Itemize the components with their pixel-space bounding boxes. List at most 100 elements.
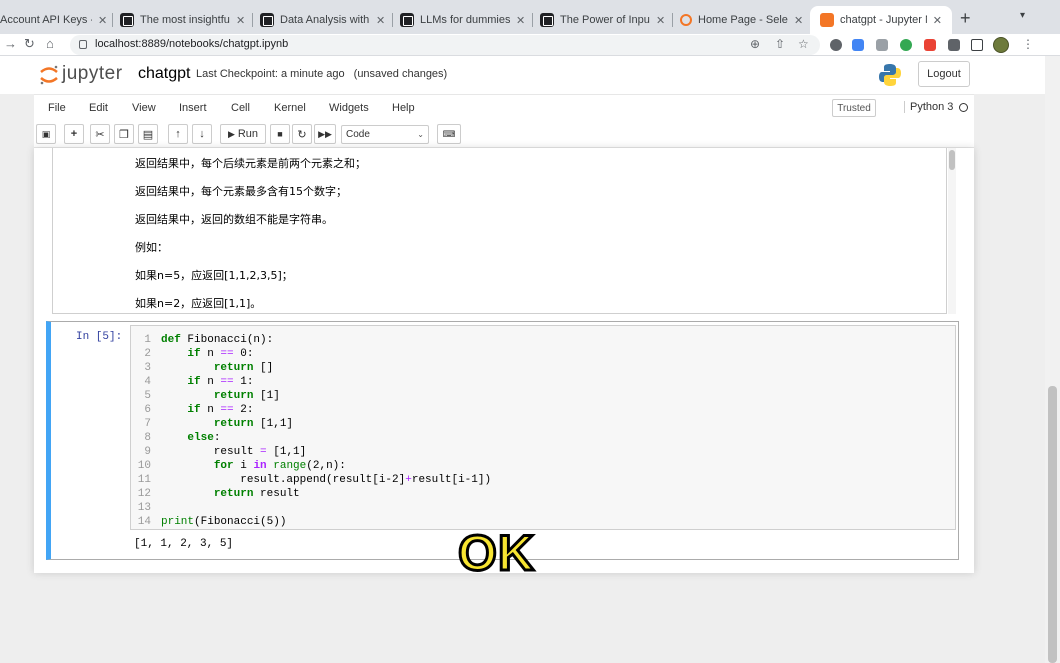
extension-icon[interactable]	[830, 39, 842, 51]
cell-type-select[interactable]: Code ⌄	[341, 125, 429, 144]
close-icon[interactable]: ✕	[376, 14, 385, 27]
code-line: 4 if n == 1:	[131, 376, 951, 390]
markdown-line: 如果n=2，应返回[1,1]。	[135, 297, 262, 310]
line-number: 9	[144, 446, 151, 458]
tab-2[interactable]: Data Analysis with Ch ✕	[260, 6, 388, 34]
code-text: print(Fibonacci(5))	[161, 516, 287, 528]
code-text: else:	[187, 432, 221, 444]
code-editor[interactable]: 1 def Fibonacci(n): 2 if n == 0: 3 return…	[130, 325, 956, 530]
close-icon[interactable]: ✕	[933, 14, 942, 27]
code-text: if n == 0:	[187, 348, 254, 360]
command-palette-button[interactable]: ⌨	[437, 124, 461, 144]
tab-title: The most insightful st	[140, 14, 230, 26]
menu-view[interactable]: View	[132, 102, 156, 114]
code-text: return [1]	[213, 390, 280, 402]
menu-edit[interactable]: Edit	[89, 102, 108, 114]
scrollbar-thumb[interactable]	[1048, 386, 1057, 663]
extension-icon[interactable]	[876, 39, 888, 51]
tab-separator	[112, 13, 113, 27]
notion-icon	[120, 13, 134, 27]
line-number: 7	[144, 418, 151, 430]
avatar[interactable]	[993, 37, 1009, 53]
code-line: 3 return []	[131, 362, 951, 376]
menu-kernel[interactable]: Kernel	[274, 102, 306, 114]
bookmark-star-icon[interactable]: ☆	[798, 37, 809, 51]
tab-1[interactable]: The most insightful st ✕	[120, 6, 248, 34]
insert-cell-button[interactable]: +	[64, 124, 84, 144]
code-text: result = [1,1]	[161, 446, 307, 458]
save-button[interactable]: ▣	[36, 124, 56, 144]
code-line: 1 def Fibonacci(n):	[131, 334, 951, 348]
browser-tab-strip: Account API Keys - O ✕ The most insightf…	[0, 0, 1060, 34]
menu-bar: File Edit View Insert Cell Kernel Widget…	[34, 94, 974, 122]
url-bar[interactable]: localhost:8889/notebooks/chatgpt.ipynb ⊕…	[70, 35, 820, 55]
scissors-icon: ✂	[95, 128, 105, 141]
new-tab-button[interactable]: +	[960, 8, 971, 29]
tab-5[interactable]: Home Page - Select o ✕	[680, 6, 808, 34]
paste-button[interactable]: ▤	[138, 124, 158, 144]
close-icon[interactable]: ✕	[656, 14, 665, 27]
notebook-page: 返回结果中，每个后续元素是前两个元素之和； 返回结果中，每个元素最多含有15个数…	[34, 148, 974, 573]
trusted-badge[interactable]: Trusted	[832, 99, 876, 117]
tab-3[interactable]: LLMs for dummies — ✕	[400, 6, 528, 34]
cell-scrollbar[interactable]	[948, 148, 956, 314]
lock-icon	[79, 40, 87, 49]
more-menu-icon[interactable]: ⋮	[1022, 37, 1034, 51]
side-panel-icon[interactable]	[971, 39, 983, 51]
notebook-toolbar: ▣ + ✂ ❐ ▤ ↑ ↓ ▶ Run ■ ↻ ▶▶ Code ⌄ ⌨	[34, 122, 974, 148]
move-down-button[interactable]: ↓	[192, 124, 212, 144]
translate-icon[interactable]	[852, 39, 864, 51]
page-scrollbar[interactable]	[1045, 56, 1060, 663]
code-line: 12 return result	[131, 488, 951, 502]
jupyter-logo-icon[interactable]	[38, 64, 60, 86]
line-number: 12	[137, 488, 151, 500]
menu-insert[interactable]: Insert	[179, 102, 207, 114]
paste-icon: ▤	[142, 128, 154, 141]
markdown-line: 例如：	[135, 241, 168, 254]
copy-button[interactable]: ❐	[114, 124, 134, 144]
menu-file[interactable]: File	[48, 102, 66, 114]
tab-separator	[252, 13, 253, 27]
tab-6-active[interactable]: chatgpt - Jupyter Not ✕	[810, 6, 952, 34]
tab-separator	[672, 13, 673, 27]
tab-search-icon[interactable]: ▾	[1020, 10, 1025, 21]
close-icon[interactable]: ✕	[516, 14, 525, 27]
markdown-line: 如果n=5，应返回[1,1,2,3,5]；	[135, 269, 293, 282]
checkpoint-status: Last Checkpoint: a minute ago (unsaved c…	[196, 68, 447, 80]
tab-0[interactable]: Account API Keys - O ✕	[0, 6, 110, 34]
code-text: return result	[213, 488, 300, 500]
close-icon[interactable]: ✕	[794, 14, 803, 27]
menu-help[interactable]: Help	[392, 102, 415, 114]
input-prompt: In [5]:	[76, 331, 123, 343]
zoom-icon[interactable]: ⊕	[750, 37, 760, 51]
move-up-button[interactable]: ↑	[168, 124, 188, 144]
markdown-cell[interactable]: 返回结果中，每个后续元素是前两个元素之和； 返回结果中，每个元素最多含有15个数…	[52, 148, 956, 314]
code-text: if n == 2:	[187, 404, 254, 416]
scrollbar-thumb[interactable]	[949, 150, 955, 170]
code-text: return []	[213, 362, 274, 374]
logout-button[interactable]: Logout	[918, 61, 970, 87]
extension-icon[interactable]	[924, 39, 936, 51]
notebook-name[interactable]: chatgpt	[138, 65, 190, 83]
restart-button[interactable]: ↻	[292, 124, 312, 144]
interrupt-button[interactable]: ■	[270, 124, 290, 144]
cut-button[interactable]: ✂	[90, 124, 110, 144]
line-number: 13	[137, 502, 151, 514]
puzzle-icon[interactable]	[948, 39, 960, 51]
close-icon[interactable]: ✕	[98, 14, 107, 27]
extension-icon[interactable]	[900, 39, 912, 51]
code-text: for i in range(2,n):	[213, 460, 346, 472]
share-icon[interactable]: ⇧	[775, 37, 785, 51]
restart-run-all-button[interactable]: ▶▶	[314, 124, 336, 144]
tab-4[interactable]: The Power of Input: H ✕	[540, 6, 668, 34]
home-icon[interactable]: ⌂	[46, 36, 54, 51]
kernel-name[interactable]: Python 3	[904, 101, 953, 113]
menu-cell[interactable]: Cell	[231, 102, 250, 114]
run-button[interactable]: ▶ Run	[220, 124, 266, 144]
code-line: 13	[131, 502, 951, 516]
forward-icon[interactable]: →	[4, 36, 17, 51]
menu-widgets[interactable]: Widgets	[329, 102, 369, 114]
address-bar-row: → ↻ ⌂ localhost:8889/notebooks/chatgpt.i…	[0, 34, 1060, 56]
close-icon[interactable]: ✕	[236, 14, 245, 27]
reload-icon[interactable]: ↻	[24, 36, 35, 52]
